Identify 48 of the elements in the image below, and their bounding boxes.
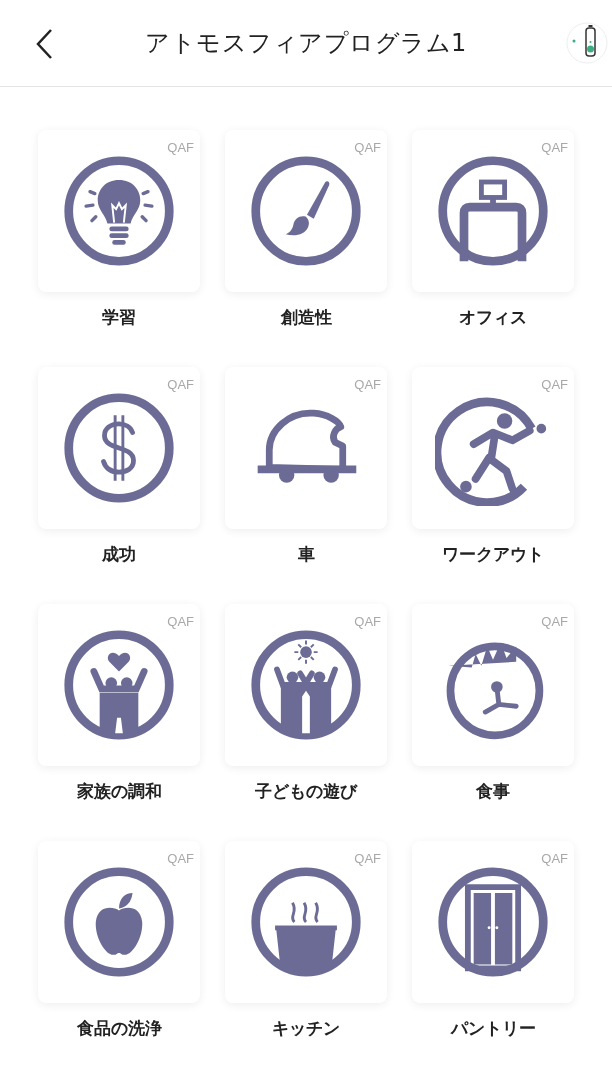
category-label: 家族の調和 [76, 780, 162, 803]
category-label: 車 [297, 543, 315, 566]
category-card[interactable]: QAF [38, 604, 200, 766]
category-card[interactable]: QAF [412, 841, 574, 1003]
qaf-label: QAF [541, 614, 568, 629]
category-label: 創造性 [280, 306, 332, 329]
qaf-label: QAF [354, 614, 381, 629]
category-card[interactable]: QAF [412, 130, 574, 292]
category-card[interactable]: QAF [412, 367, 574, 529]
steaming-pot-icon [248, 864, 364, 980]
qaf-label: QAF [541, 377, 568, 392]
dollar-icon [61, 390, 177, 506]
category-card[interactable]: QAF [38, 130, 200, 292]
qaf-label: QAF [167, 140, 194, 155]
category-label: キッチン [272, 1017, 340, 1040]
children-icon [248, 627, 364, 743]
category-card[interactable]: QAF [225, 604, 387, 766]
category-card[interactable]: QAF [38, 367, 200, 529]
category-label: 食品の洗浄 [76, 1017, 162, 1040]
category-label: 学習 [102, 306, 136, 329]
category-card[interactable]: QAF [225, 367, 387, 529]
category-card[interactable]: QAF [225, 130, 387, 292]
category-label: 子どもの遊び [255, 780, 357, 803]
qaf-label: QAF [167, 851, 194, 866]
category-card[interactable]: QAF [225, 841, 387, 1003]
qaf-label: QAF [541, 140, 568, 155]
page-title: アトモスフィアプログラム1 [144, 28, 468, 59]
category-label: オフィス [459, 306, 527, 329]
qaf-label: QAF [354, 377, 381, 392]
family-icon [61, 627, 177, 743]
qaf-label: QAF [167, 614, 194, 629]
cupboard-icon [435, 864, 551, 980]
qaf-label: QAF [354, 140, 381, 155]
category-label: 食事 [476, 780, 510, 803]
paintbrush-icon [248, 153, 364, 269]
apple-icon [61, 864, 177, 980]
qaf-label: QAF [354, 851, 381, 866]
category-label: ワークアウト [442, 543, 544, 566]
desk-icon [435, 153, 551, 269]
lightbulb-icon [61, 153, 177, 269]
category-label: パントリー [450, 1017, 536, 1040]
qaf-label: QAF [541, 851, 568, 866]
category-card[interactable]: QAF [412, 604, 574, 766]
back-icon[interactable] [34, 28, 54, 60]
category-label: 成功 [102, 543, 136, 566]
qaf-label: QAF [167, 377, 194, 392]
category-card[interactable]: QAF [38, 841, 200, 1003]
battery-icon[interactable] [566, 22, 608, 64]
